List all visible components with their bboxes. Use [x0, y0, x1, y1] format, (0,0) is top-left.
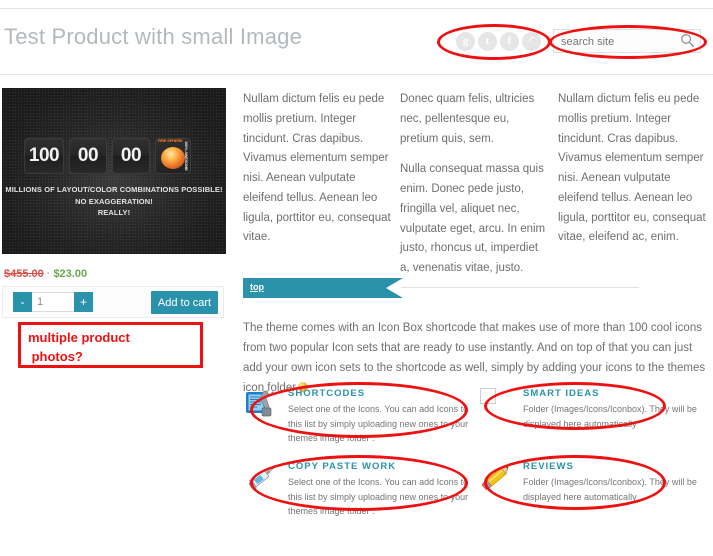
- price-row: $455.00 · $23.00: [4, 268, 87, 280]
- paragraph: Nullam dictum felis eu pede mollis preti…: [243, 93, 391, 244]
- syringe-icon: [248, 466, 276, 490]
- icon-box-copy-paste-work[interactable]: COPY PASTE WORK Select one of the Icons.…: [245, 461, 473, 519]
- icon-box-description: Folder (Images/Icons/Iconbox). They will…: [523, 404, 697, 429]
- pencil-icon: [481, 466, 509, 490]
- image-caption: MILLIONS OF LAYOUT/COLOR COMBINATIONS PO…: [2, 184, 226, 219]
- intro-text: The theme comes with an Icon Box shortco…: [243, 322, 706, 394]
- icon-box-title: SMART IDEAS: [523, 388, 600, 399]
- caption-line-1: MILLIONS OF LAYOUT/COLOR COMBINATIONS PO…: [5, 185, 223, 194]
- ribbon-shape: [243, 278, 403, 298]
- search-input[interactable]: [559, 30, 678, 54]
- original-price: $455.00: [4, 268, 44, 280]
- annotation-note-multiple-photos: multiple product photos?: [18, 322, 203, 368]
- annotation-note-text: multiple product photos?: [28, 330, 130, 364]
- sphere-label-right: 100% AWESOME: [184, 141, 189, 171]
- page-title: Test Product with small Image: [4, 24, 303, 49]
- social-links: g t f ◜: [456, 32, 541, 51]
- paragraph: Nullam dictum felis eu pede mollis preti…: [558, 93, 706, 244]
- add-to-cart-button[interactable]: Add to cart: [151, 291, 218, 314]
- counter-digit: 100: [24, 138, 64, 174]
- icon-box-reviews[interactable]: REVIEWS Folder (Images/Icons/Iconbox). T…: [480, 461, 708, 504]
- quantity-input[interactable]: [32, 292, 74, 312]
- icon-box-title: REVIEWS: [523, 461, 574, 472]
- icon-box-title: COPY PASTE WORK: [288, 461, 397, 472]
- sale-price: $23.00: [53, 268, 88, 280]
- section-ribbon: top: [243, 278, 713, 298]
- twitter-icon[interactable]: t: [478, 32, 497, 51]
- product-page: Test Product with small Image g t f ◜ 10…: [0, 0, 713, 556]
- icon-box-description: Select one of the Icons. You can add Ico…: [288, 477, 469, 517]
- text-column-1: Nullam dictum felis eu pede mollis preti…: [243, 90, 391, 259]
- sphere-label-left: FIRE SPHERE: [158, 138, 183, 143]
- page-header: Test Product with small Image g t f ◜: [0, 24, 713, 66]
- counter-digit: 00: [112, 138, 150, 174]
- quantity-stepper[interactable]: - +: [13, 292, 93, 312]
- back-to-top-link[interactable]: top: [250, 282, 264, 292]
- search-box[interactable]: [553, 29, 701, 54]
- quantity-decrement-button[interactable]: -: [13, 292, 32, 312]
- icon-box-shortcodes[interactable]: SHORTCODES Select one of the Icons. You …: [245, 388, 473, 446]
- broken-image-icon: [480, 388, 514, 420]
- header-divider: [0, 74, 713, 75]
- text-column-3: Nullam dictum felis eu pede mollis preti…: [558, 90, 710, 259]
- counter-display: 100 00 00 FIRE SPHERE 100% AWESOME: [24, 138, 191, 174]
- top-divider: [0, 8, 713, 9]
- price-separator: ·: [46, 268, 51, 280]
- rss-icon[interactable]: ◜: [522, 32, 541, 51]
- quantity-increment-button[interactable]: +: [74, 292, 93, 312]
- paragraph: Nulla consequat massa quis enim. Donec p…: [400, 163, 546, 275]
- icon-box-smart-ideas[interactable]: SMART IDEAS Folder (Images/Icons/Iconbox…: [480, 388, 708, 431]
- fire-sphere-icon: FIRE SPHERE 100% AWESOME: [155, 138, 191, 174]
- caption-line-3: REALLY!: [97, 208, 131, 218]
- icon-box-title: SHORTCODES: [288, 388, 366, 399]
- counter-digit: 00: [69, 138, 107, 174]
- facebook-icon[interactable]: f: [500, 32, 519, 51]
- icon-box-description: Folder (Images/Icons/Iconbox). They will…: [523, 477, 697, 502]
- product-image[interactable]: 100 00 00 FIRE SPHERE 100% AWESOME MILLI…: [2, 88, 226, 254]
- intro-paragraph: The theme comes with an Icon Box shortco…: [243, 318, 713, 398]
- caption-line-2: NO EXAGGERATION!: [75, 196, 153, 206]
- googleplus-icon[interactable]: g: [456, 32, 475, 51]
- icon-box-description: Select one of the Icons. You can add Ico…: [288, 404, 469, 444]
- search-icon[interactable]: [680, 33, 695, 48]
- ribbon-rule: [401, 287, 639, 288]
- paragraph: Donec quam felis, ultricies nec, pellent…: [400, 93, 535, 145]
- cart-panel: - + Add to cart: [2, 286, 224, 318]
- text-column-2: Donec quam felis, ultricies nec, pellent…: [400, 90, 548, 290]
- wrench-settings-icon: [246, 390, 274, 417]
